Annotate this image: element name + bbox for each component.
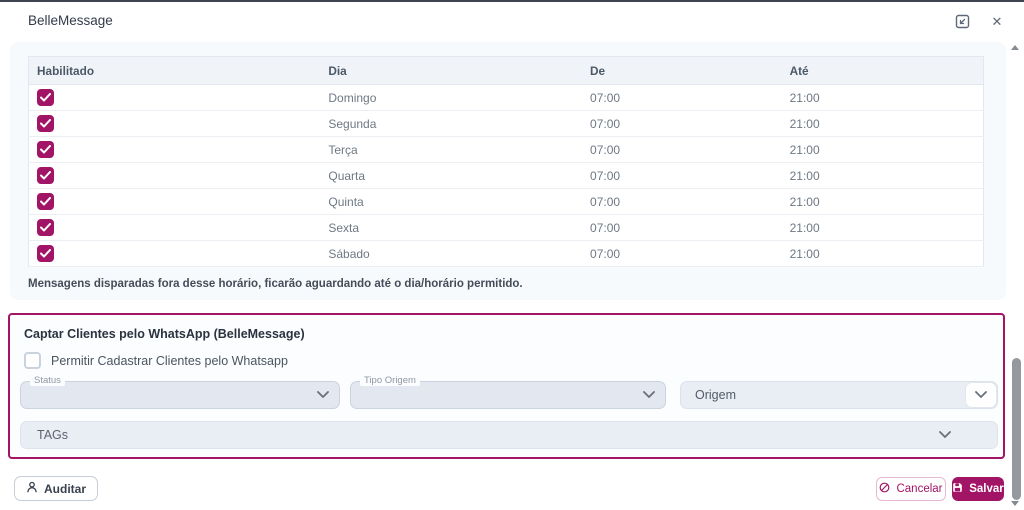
tipo-origem-select-label: Tipo Origem xyxy=(360,375,420,386)
user-icon xyxy=(26,481,38,496)
day-cell: Domingo xyxy=(328,84,591,111)
to-cell: 21:00 xyxy=(789,136,984,163)
table-row: Sábado 07:00 21:00 xyxy=(28,240,984,267)
bellemessage-modal: BelleMessage ✕ Habilitado Dia De Até Dom… xyxy=(0,0,1024,510)
chevron-down-icon xyxy=(975,386,987,404)
from-cell: 07:00 xyxy=(590,162,790,189)
cancel-button[interactable]: Cancelar xyxy=(876,477,946,501)
day-cell: Segunda xyxy=(328,110,591,137)
window-actions: ✕ xyxy=(953,12,1006,30)
tipo-origem-select[interactable]: Tipo Origem xyxy=(350,375,666,409)
enabled-checkbox[interactable] xyxy=(37,141,54,158)
to-cell: 21:00 xyxy=(789,162,984,189)
capture-section-title: Captar Clientes pelo WhatsApp (BelleMess… xyxy=(24,327,305,341)
chevron-down-icon xyxy=(643,391,655,399)
schedule-table: Habilitado Dia De Até Domingo 07:00 21:0… xyxy=(28,56,984,267)
to-cell: 21:00 xyxy=(789,188,984,215)
from-cell: 07:00 xyxy=(590,214,790,241)
floppy-disk-icon xyxy=(952,482,963,496)
to-cell: 21:00 xyxy=(789,110,984,137)
enabled-checkbox[interactable] xyxy=(37,245,54,262)
allow-register-checkbox[interactable] xyxy=(24,352,41,369)
chevron-down-icon xyxy=(939,431,951,439)
modal-title: BelleMessage xyxy=(28,13,113,28)
status-select[interactable]: Status xyxy=(20,375,340,409)
table-row: Domingo 07:00 21:00 xyxy=(28,84,984,111)
from-cell: 07:00 xyxy=(590,240,790,267)
header-dia: Dia xyxy=(328,56,591,85)
day-cell: Quinta xyxy=(328,188,591,215)
save-button[interactable]: Salvar xyxy=(952,477,1004,501)
status-select-label: Status xyxy=(30,375,65,386)
table-header-row: Habilitado Dia De Até xyxy=(28,56,984,85)
expand-icon[interactable] xyxy=(953,12,971,30)
cancel-button-label: Cancelar xyxy=(896,483,943,495)
from-cell: 07:00 xyxy=(590,84,790,111)
from-cell: 07:00 xyxy=(590,110,790,137)
enabled-checkbox[interactable] xyxy=(37,115,54,132)
capture-section: Captar Clientes pelo WhatsApp (BelleMess… xyxy=(8,313,1005,459)
day-cell: Sábado xyxy=(328,240,591,267)
ban-icon xyxy=(879,482,890,496)
close-icon[interactable]: ✕ xyxy=(988,12,1006,30)
scroll-up-icon[interactable] xyxy=(1011,45,1019,50)
save-button-label: Salvar xyxy=(969,483,1004,495)
table-row: Terça 07:00 21:00 xyxy=(28,136,984,163)
enabled-checkbox[interactable] xyxy=(37,167,54,184)
audit-button-label: Auditar xyxy=(44,481,86,496)
table-row: Segunda 07:00 21:00 xyxy=(28,110,984,137)
enabled-checkbox[interactable] xyxy=(37,219,54,236)
from-cell: 07:00 xyxy=(590,188,790,215)
to-cell: 21:00 xyxy=(789,240,984,267)
audit-button[interactable]: Auditar xyxy=(14,476,98,501)
scroll-down-icon[interactable] xyxy=(1011,501,1019,506)
window-top-edge xyxy=(0,0,1024,2)
to-cell: 21:00 xyxy=(789,214,984,241)
from-cell: 07:00 xyxy=(590,136,790,163)
tags-select[interactable]: TAGs xyxy=(20,421,998,449)
day-cell: Sexta xyxy=(328,214,591,241)
schedule-note: Mensagens disparadas fora desse horário,… xyxy=(28,278,523,290)
header-habilitado: Habilitado xyxy=(28,56,329,85)
table-row: Quarta 07:00 21:00 xyxy=(28,162,984,189)
scrollbar-thumb[interactable] xyxy=(1012,358,1021,500)
table-row: Quinta 07:00 21:00 xyxy=(28,188,984,215)
tags-select-placeholder: TAGs xyxy=(37,428,69,442)
to-cell: 21:00 xyxy=(789,84,984,111)
day-cell: Quarta xyxy=(328,162,591,189)
enabled-checkbox[interactable] xyxy=(37,193,54,210)
header-de: De xyxy=(590,56,790,85)
schedule-panel: Habilitado Dia De Até Domingo 07:00 21:0… xyxy=(10,42,1006,300)
table-row: Sexta 07:00 21:00 xyxy=(28,214,984,241)
allow-register-checkbox-row[interactable]: Permitir Cadastrar Clientes pelo Whatsap… xyxy=(24,352,288,369)
chevron-down-icon xyxy=(317,391,329,399)
day-cell: Terça xyxy=(328,136,591,163)
header-ate: Até xyxy=(789,56,984,85)
origem-dropdown-button[interactable] xyxy=(965,382,997,408)
allow-register-label: Permitir Cadastrar Clientes pelo Whatsap… xyxy=(51,353,288,368)
origem-select[interactable]: Origem xyxy=(680,381,998,409)
origem-select-placeholder: Origem xyxy=(695,388,736,402)
enabled-checkbox[interactable] xyxy=(37,89,54,106)
